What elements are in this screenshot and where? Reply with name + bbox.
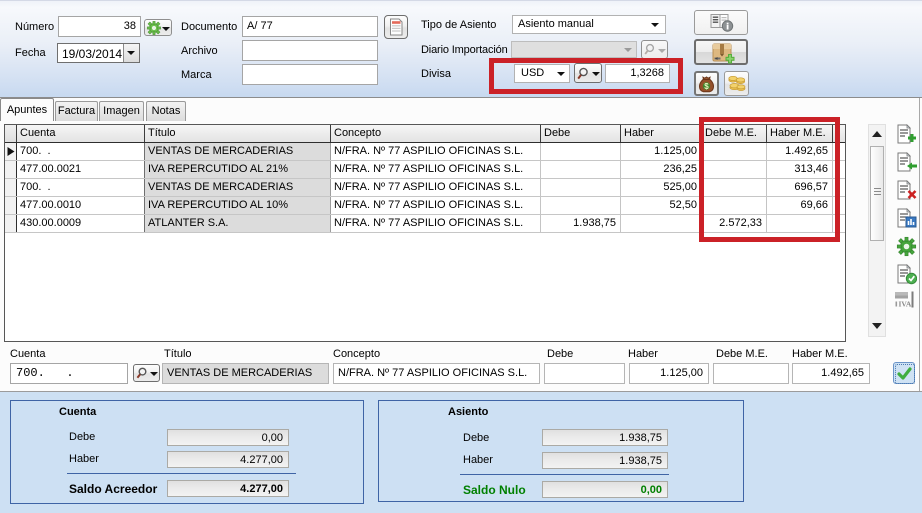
svg-text:$: $ xyxy=(704,82,709,91)
svg-text:IVA: IVA xyxy=(899,300,912,309)
